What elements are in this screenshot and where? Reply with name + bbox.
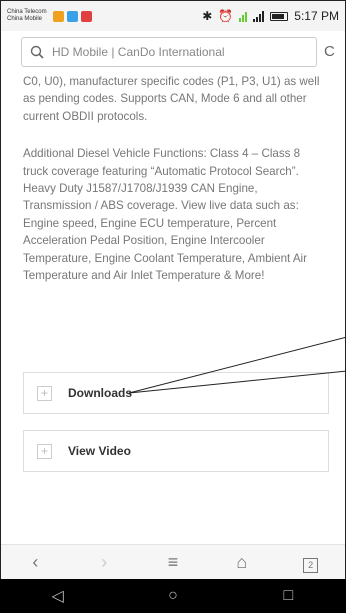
view-video-accordion[interactable]: + View Video [23,430,329,472]
message-notification-icon [66,10,78,22]
notification-icons [52,10,92,22]
clock-time: 5:17 PM [294,9,339,23]
nav-recent-icon[interactable]: □ [268,587,308,605]
description-paragraph-1: C0, U0), manufacturer specific codes (P1… [23,75,320,123]
carrier-1: China Telecom [7,9,47,15]
home-button[interactable]: ⌂ [222,552,262,573]
phone-screen: China Telecom China Mobile ✱ ⏰ 5:17 PM H… [0,0,346,613]
status-bar: China Telecom China Mobile ✱ ⏰ 5:17 PM [1,1,345,31]
back-button[interactable]: ‹ [15,552,55,573]
page-title: HD Mobile | CanDo International [52,45,225,59]
battery-icon [270,11,289,21]
menu-button[interactable]: ≡ [153,552,193,573]
alarm-icon: ⏰ [218,9,234,23]
downloads-accordion[interactable]: + Downloads [23,372,329,414]
nav-home-icon[interactable]: ○ [153,587,193,605]
plus-icon: + [37,385,52,401]
address-bar[interactable]: HD Mobile | CanDo International [21,37,317,67]
accordion-label-downloads: Downloads [68,386,133,400]
tabs-count: 2 [303,558,319,573]
app-notification-icon [52,10,64,22]
browser-toolbar: ‹ › ≡ ⌂ 2 [1,544,345,580]
nav-back-icon[interactable]: ◁ [38,586,78,606]
search-icon [30,45,44,59]
reload-icon[interactable]: C [324,43,335,60]
bluetooth-icon: ✱ [202,9,213,23]
plus-icon: + [37,443,52,459]
wifi-signal-icon [239,11,248,22]
status-indicators: ✱ ⏰ 5:17 PM [202,9,339,23]
mail-notification-icon [80,10,92,22]
carrier-2: China Mobile [7,16,43,22]
forward-button[interactable]: › [84,552,124,573]
android-navigation-bar: ◁ ○ □ [0,579,346,613]
cell-signal-icon [253,10,265,22]
tabs-button[interactable]: 2 [291,552,331,573]
carrier-info: China Telecom China Mobile [7,9,47,23]
accordion-label-view-video: View Video [68,444,131,458]
description-paragraph-2: Additional Diesel Vehicle Functions: Cla… [23,147,307,283]
